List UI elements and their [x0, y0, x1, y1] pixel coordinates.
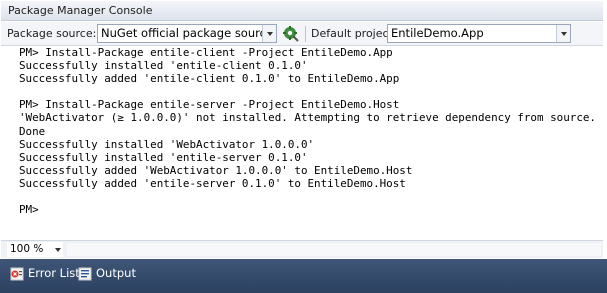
tab-error-list[interactable]: Error List [8, 265, 80, 283]
package-manager-console-window: Package Manager Console Package source: … [0, 0, 607, 293]
package-source-value: NuGet official package source [101, 26, 274, 40]
chevron-down-icon[interactable] [55, 248, 61, 252]
console-line: Successfully installed 'entile-server 0.… [19, 150, 308, 164]
console-line: PM> Install-Package entile-server -Proje… [19, 98, 400, 112]
console-status-bar: 100 % [1, 240, 603, 258]
console-line: Successfully added 'entile-server 0.1.0'… [19, 176, 406, 190]
package-source-dropdown[interactable]: NuGet official package source [97, 24, 277, 43]
gear-icon[interactable] [282, 25, 300, 43]
console-text: PM> Install-Package entile-client -Proje… [19, 46, 595, 216]
tab-label: Error List [28, 266, 80, 280]
horizontal-scrollbar[interactable] [67, 243, 601, 256]
default-project-value: EntileDemo.App [391, 26, 484, 40]
window-title: Package Manager Console [8, 4, 153, 17]
console-line: Successfully installed 'WebActivator 1.0… [19, 137, 315, 151]
zoom-dropdown[interactable]: 100 % [7, 242, 63, 257]
bottom-tool-window-tabs: Error List Output [0, 259, 607, 293]
zoom-value: 100 % [10, 243, 44, 255]
console-toolbar: Package source: NuGet official package s… [1, 22, 603, 46]
output-icon [78, 267, 92, 281]
package-source-label: Package source: [7, 27, 97, 40]
default-project-dropdown[interactable]: EntileDemo.App [387, 24, 571, 43]
console-output-area[interactable]: PM> Install-Package entile-client -Proje… [1, 46, 603, 240]
error-list-icon [10, 267, 24, 281]
console-line: Successfully installed 'entile-client 0.… [19, 59, 308, 73]
console-line: PM> Install-Package entile-client -Proje… [19, 46, 393, 59]
console-line: Successfully added 'WebActivator 1.0.0.0… [19, 163, 413, 177]
default-project-label: Default project: [311, 27, 397, 40]
tab-output[interactable]: Output [76, 265, 136, 283]
console-line: Successfully added 'entile-client 0.1.0'… [19, 72, 400, 86]
tab-label: Output [96, 266, 136, 280]
console-line: PM> [19, 203, 39, 217]
toolbar-separator [305, 26, 306, 42]
chevron-down-icon[interactable] [262, 25, 276, 42]
console-line: 'WebActivator (≥ 1.0.0.0)' not installed… [19, 111, 595, 125]
title-bar: Package Manager Console [1, 1, 603, 21]
console-line: Done [19, 124, 46, 138]
chevron-down-icon[interactable] [556, 25, 570, 42]
